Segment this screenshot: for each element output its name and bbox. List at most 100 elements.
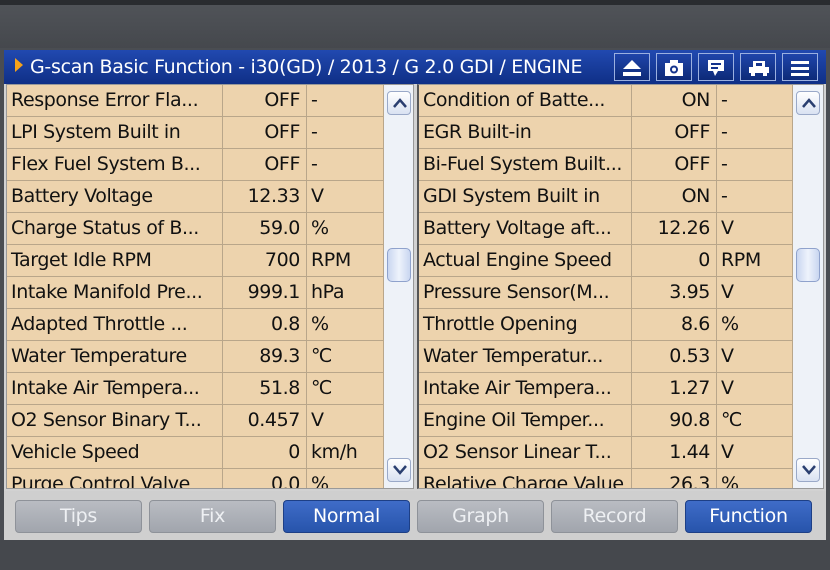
parameter-value: 700 — [223, 245, 307, 276]
parameter-unit: - — [311, 121, 318, 143]
table-row[interactable]: O2 Sensor Binary T... 0.457 V — [7, 405, 383, 437]
table-row[interactable]: Throttle Opening 8.6% — [419, 309, 792, 341]
parameter-name: Engine Oil Temper... — [419, 405, 632, 436]
parameter-unit: % — [721, 473, 739, 489]
parameter-value: OFF — [223, 149, 307, 180]
left-scroll-up-button[interactable] — [387, 91, 411, 115]
parameter-value: 0.0 — [223, 469, 307, 488]
parameter-name: Charge Status of B... — [7, 213, 223, 244]
parameter-unit: % — [311, 473, 329, 489]
comment-icon — [708, 60, 724, 76]
parameter-value: 12.33 — [223, 181, 307, 212]
table-row[interactable]: GDI System Built in ON - — [419, 181, 792, 213]
parameter-name: Battery Voltage — [7, 181, 223, 212]
table-row[interactable]: Battery Voltage aft... 12.26 V — [419, 213, 792, 245]
right-scroll-down-button[interactable] — [796, 458, 820, 482]
table-row[interactable]: EGR Built-in OFF - — [419, 117, 792, 149]
table-row[interactable]: Response Error Fla... OFF - — [7, 85, 383, 117]
camera-icon — [665, 60, 683, 76]
table-row[interactable]: Adapted Throttle ... 0.8% — [7, 309, 383, 341]
vehicle-icon — [749, 61, 769, 76]
record-button[interactable]: Record — [551, 500, 678, 533]
table-row[interactable]: Charge Status of B... 59.0% — [7, 213, 383, 245]
table-row[interactable]: Purge Control Valve 0.0% — [7, 469, 383, 489]
parameter-unit: RPM — [721, 249, 761, 271]
parameter-unit: - — [721, 153, 728, 175]
eject-icon — [623, 60, 641, 76]
table-row[interactable]: Intake Air Tempera... 1.27 V — [419, 373, 792, 405]
window-title: G-scan Basic Function - i30(GD) / 2013 /… — [30, 56, 583, 78]
chevron-down-icon — [802, 465, 816, 475]
menu-icon — [791, 61, 809, 76]
right-scroll-thumb[interactable] — [796, 248, 820, 282]
title-arrow-icon — [15, 58, 23, 72]
tips-button[interactable]: Tips — [15, 500, 142, 533]
parameter-name: Purge Control Valve — [7, 469, 223, 488]
parameter-value: 999.1 — [223, 277, 307, 308]
parameter-name: Intake Air Tempera... — [419, 373, 632, 404]
table-row[interactable]: Target Idle RPM 700 RPM — [7, 245, 383, 277]
graph-button[interactable]: Graph — [417, 500, 544, 533]
function-button[interactable]: Function — [685, 500, 812, 533]
table-row[interactable]: Pressure Sensor(M... 3.95 V — [419, 277, 792, 309]
table-row[interactable]: Condition of Batte... ON - — [419, 85, 792, 117]
table-row[interactable]: Actual Engine Speed 0 RPM — [419, 245, 792, 277]
table-row[interactable]: O2 Sensor Linear T... 1.44 V — [419, 437, 792, 469]
parameter-name: Water Temperatur... — [419, 341, 632, 372]
parameter-value: 1.44 — [632, 437, 717, 468]
camera-button[interactable] — [656, 53, 692, 81]
parameter-value: 12.26 — [632, 213, 717, 244]
parameter-name: O2 Sensor Binary T... — [7, 405, 223, 436]
gscan-window: G-scan Basic Function - i30(GD) / 2013 /… — [4, 50, 826, 540]
chevron-up-icon — [393, 98, 407, 108]
right-scrollbar[interactable] — [792, 85, 823, 488]
table-row[interactable]: Intake Air Tempera... 51.8 ℃ — [7, 373, 383, 405]
parameter-value: OFF — [223, 117, 307, 148]
parameter-name: Intake Manifold Pre... — [7, 277, 223, 308]
menu-button[interactable] — [782, 53, 818, 81]
table-row[interactable]: Vehicle Speed 0 km/h — [7, 437, 383, 469]
parameter-unit: - — [311, 153, 318, 175]
parameter-unit: V — [311, 409, 324, 431]
left-scrollbar[interactable] — [383, 85, 413, 488]
parameter-name: Bi-Fuel System Built... — [419, 149, 632, 180]
parameter-name: EGR Built-in — [419, 117, 632, 148]
table-row[interactable]: Water Temperature 89.3 ℃ — [7, 341, 383, 373]
eject-button[interactable] — [614, 53, 650, 81]
table-row[interactable]: Relative Charge Value 26.3% — [419, 469, 792, 489]
parameter-value: 0 — [223, 437, 307, 468]
parameter-name: Pressure Sensor(M... — [419, 277, 632, 308]
parameter-unit: % — [721, 313, 739, 335]
table-row[interactable]: Flex Fuel System B... OFF - — [7, 149, 383, 181]
fix-button[interactable]: Fix — [149, 500, 276, 533]
vehicle-button[interactable] — [740, 53, 776, 81]
parameter-name: O2 Sensor Linear T... — [419, 437, 632, 468]
parameter-name: Vehicle Speed — [7, 437, 223, 468]
parameter-value: OFF — [632, 149, 717, 180]
table-row[interactable]: Bi-Fuel System Built... OFF - — [419, 149, 792, 181]
comment-button[interactable] — [698, 53, 734, 81]
right-scroll-up-button[interactable] — [796, 91, 820, 115]
parameter-value: OFF — [223, 85, 307, 116]
top-frame — [0, 0, 830, 48]
chevron-down-icon — [393, 465, 407, 475]
table-row[interactable]: LPI System Built in OFF - — [7, 117, 383, 149]
parameter-name: Target Idle RPM — [7, 245, 223, 276]
table-row[interactable]: Water Temperatur... 0.53 V — [419, 341, 792, 373]
table-row[interactable]: Intake Manifold Pre... 999.1 hPa — [7, 277, 383, 309]
parameter-name: Throttle Opening — [419, 309, 632, 340]
chevron-up-icon — [802, 98, 816, 108]
parameter-unit: ℃ — [311, 377, 332, 399]
normal-button[interactable]: Normal — [283, 500, 410, 533]
table-row[interactable]: Engine Oil Temper... 90.8 ℃ — [419, 405, 792, 437]
right-data-list: Condition of Batte... ON - EGR Built-in OFF -… — [417, 84, 824, 489]
table-row[interactable]: Battery Voltage 12.33 V — [7, 181, 383, 213]
left-scroll-down-button[interactable] — [387, 458, 411, 482]
left-scroll-thumb[interactable] — [387, 248, 411, 282]
parameter-name: Condition of Batte... — [419, 85, 632, 116]
parameter-name: Actual Engine Speed — [419, 245, 632, 276]
parameter-unit: ℃ — [311, 345, 332, 367]
parameter-value: 0 — [632, 245, 717, 276]
parameter-value: 8.6 — [632, 309, 717, 340]
parameter-unit: - — [721, 89, 728, 111]
